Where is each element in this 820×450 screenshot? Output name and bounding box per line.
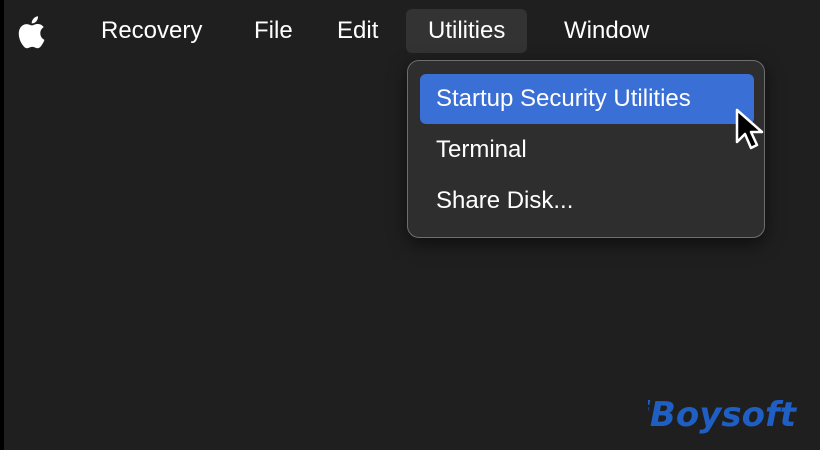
- menu-bar: Recovery File Edit Utilities Window: [4, 0, 820, 64]
- menu-item-startup-security-utilities[interactable]: Startup Security Utilities: [420, 74, 754, 124]
- menu-file[interactable]: File: [232, 9, 315, 53]
- utilities-dropdown-menu: Startup Security Utilities Terminal Shar…: [407, 60, 765, 238]
- menu-utilities[interactable]: Utilities: [406, 9, 528, 53]
- watermark-text: iBoysoft: [648, 395, 798, 435]
- apple-logo-icon[interactable]: [18, 14, 50, 50]
- menu-item-share-disk[interactable]: Share Disk...: [420, 176, 754, 226]
- menu-edit[interactable]: Edit: [315, 9, 400, 53]
- recovery-screen: Recovery File Edit Utilities Window Star…: [4, 0, 820, 450]
- iboysoft-watermark-logo: iBoysoft: [638, 392, 798, 436]
- menu-window[interactable]: Window: [542, 9, 671, 53]
- menu-recovery[interactable]: Recovery: [79, 9, 224, 53]
- menu-item-terminal[interactable]: Terminal: [420, 125, 754, 175]
- arrow-pointer-icon: [735, 108, 767, 154]
